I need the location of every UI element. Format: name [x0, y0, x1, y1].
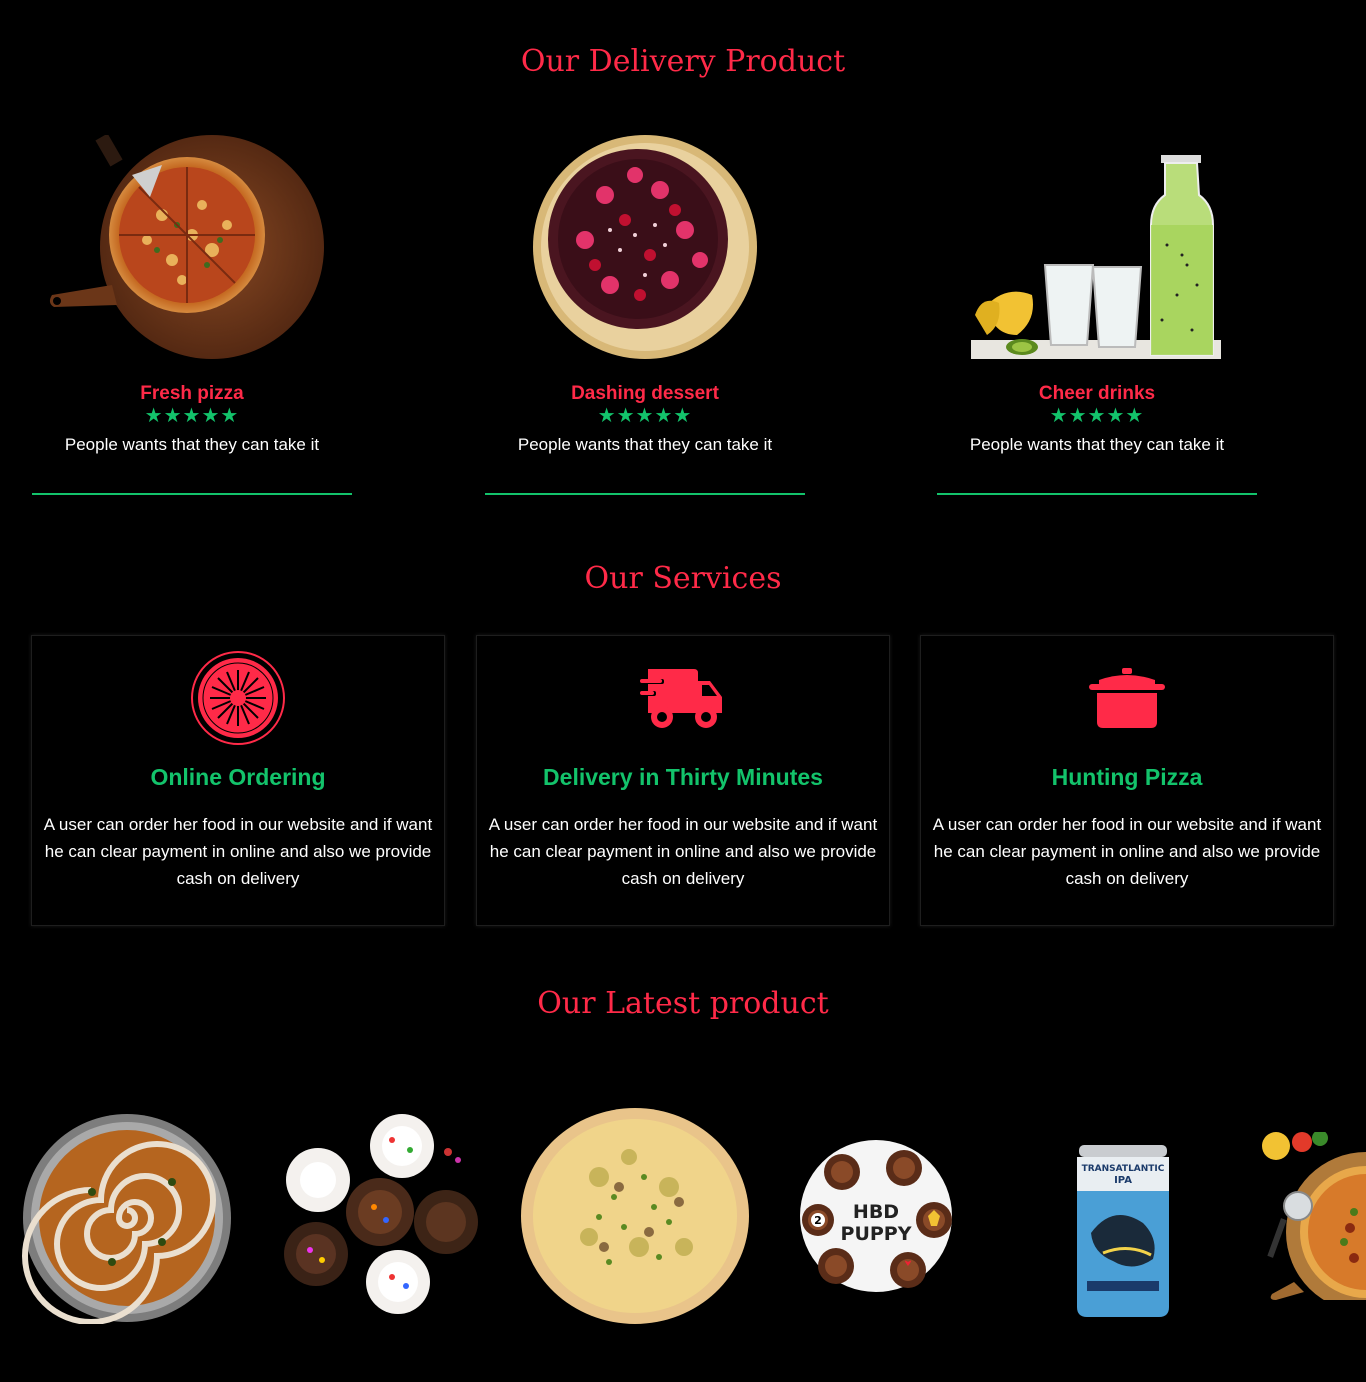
services-section-title: Our Services: [584, 561, 782, 596]
rating-stars: ★★★★★: [144, 405, 240, 427]
divider: [32, 493, 352, 495]
cheer-drinks-image: [937, 135, 1257, 359]
dashing-dessert-image: [485, 135, 805, 359]
birthday-label-line2: PUPPY: [841, 1223, 912, 1245]
birthday-badge: 2: [814, 1214, 822, 1227]
product-description: People wants that they can take it: [517, 435, 773, 454]
rating-stars: ★★★★★: [597, 405, 693, 427]
latest-section-title: Our Latest product: [537, 986, 829, 1021]
service-title: Delivery in Thirty Minutes: [543, 764, 823, 790]
birthday-label-line1: HBD: [853, 1201, 899, 1223]
latest-pizza-board-image[interactable]: [1254, 1130, 1366, 1312]
latest-cupcakes-image[interactable]: [282, 1112, 482, 1323]
service-card-online-ordering: Online Ordering A user can order her foo…: [31, 635, 445, 926]
service-description: A user can order her food in our website…: [932, 815, 1322, 888]
divider: [485, 493, 805, 495]
truck-icon: [477, 650, 889, 746]
service-title: Online Ordering: [150, 764, 326, 790]
beer-label-line1: TRANSATLANTIC: [1082, 1164, 1165, 1174]
product-name: Dashing dessert: [571, 383, 719, 404]
product-description: People wants that they can take it: [969, 435, 1225, 454]
service-description: A user can order her food in our website…: [488, 815, 878, 888]
latest-pizza-spiral-image[interactable]: [22, 1112, 232, 1329]
rating-stars: ★★★★★: [1049, 405, 1145, 427]
service-card-hunting-pizza: Hunting Pizza A user can order her food …: [920, 635, 1334, 926]
service-description: A user can order her food in our website…: [43, 815, 433, 888]
product-card[interactable]: Cheer drinks ★★★★★ People wants that the…: [937, 135, 1257, 495]
dish-icon: [32, 650, 444, 746]
divider: [937, 493, 1257, 495]
product-card[interactable]: Fresh pizza ★★★★★ People wants that they…: [32, 135, 352, 495]
product-description: People wants that they can take it: [64, 435, 320, 454]
beer-label-line2: IPA: [1114, 1175, 1132, 1186]
service-title: Hunting Pizza: [1051, 764, 1203, 790]
delivery-section-title: Our Delivery Product: [520, 44, 846, 79]
fresh-pizza-image: [32, 135, 352, 359]
latest-pizza-image[interactable]: [519, 1107, 751, 1330]
service-card-delivery: Delivery in Thirty Minutes A user can or…: [476, 635, 890, 926]
product-name: Cheer drinks: [1038, 383, 1156, 404]
latest-beer-can-image[interactable]: TRANSATLANTIC IPA: [1073, 1143, 1173, 1326]
latest-birthday-cupcakes-image[interactable]: 2 HBD PUPPY: [796, 1138, 956, 1299]
product-card[interactable]: Dashing dessert ★★★★★ People wants that …: [485, 135, 805, 495]
pot-icon: [921, 650, 1333, 746]
product-name: Fresh pizza: [140, 383, 244, 404]
